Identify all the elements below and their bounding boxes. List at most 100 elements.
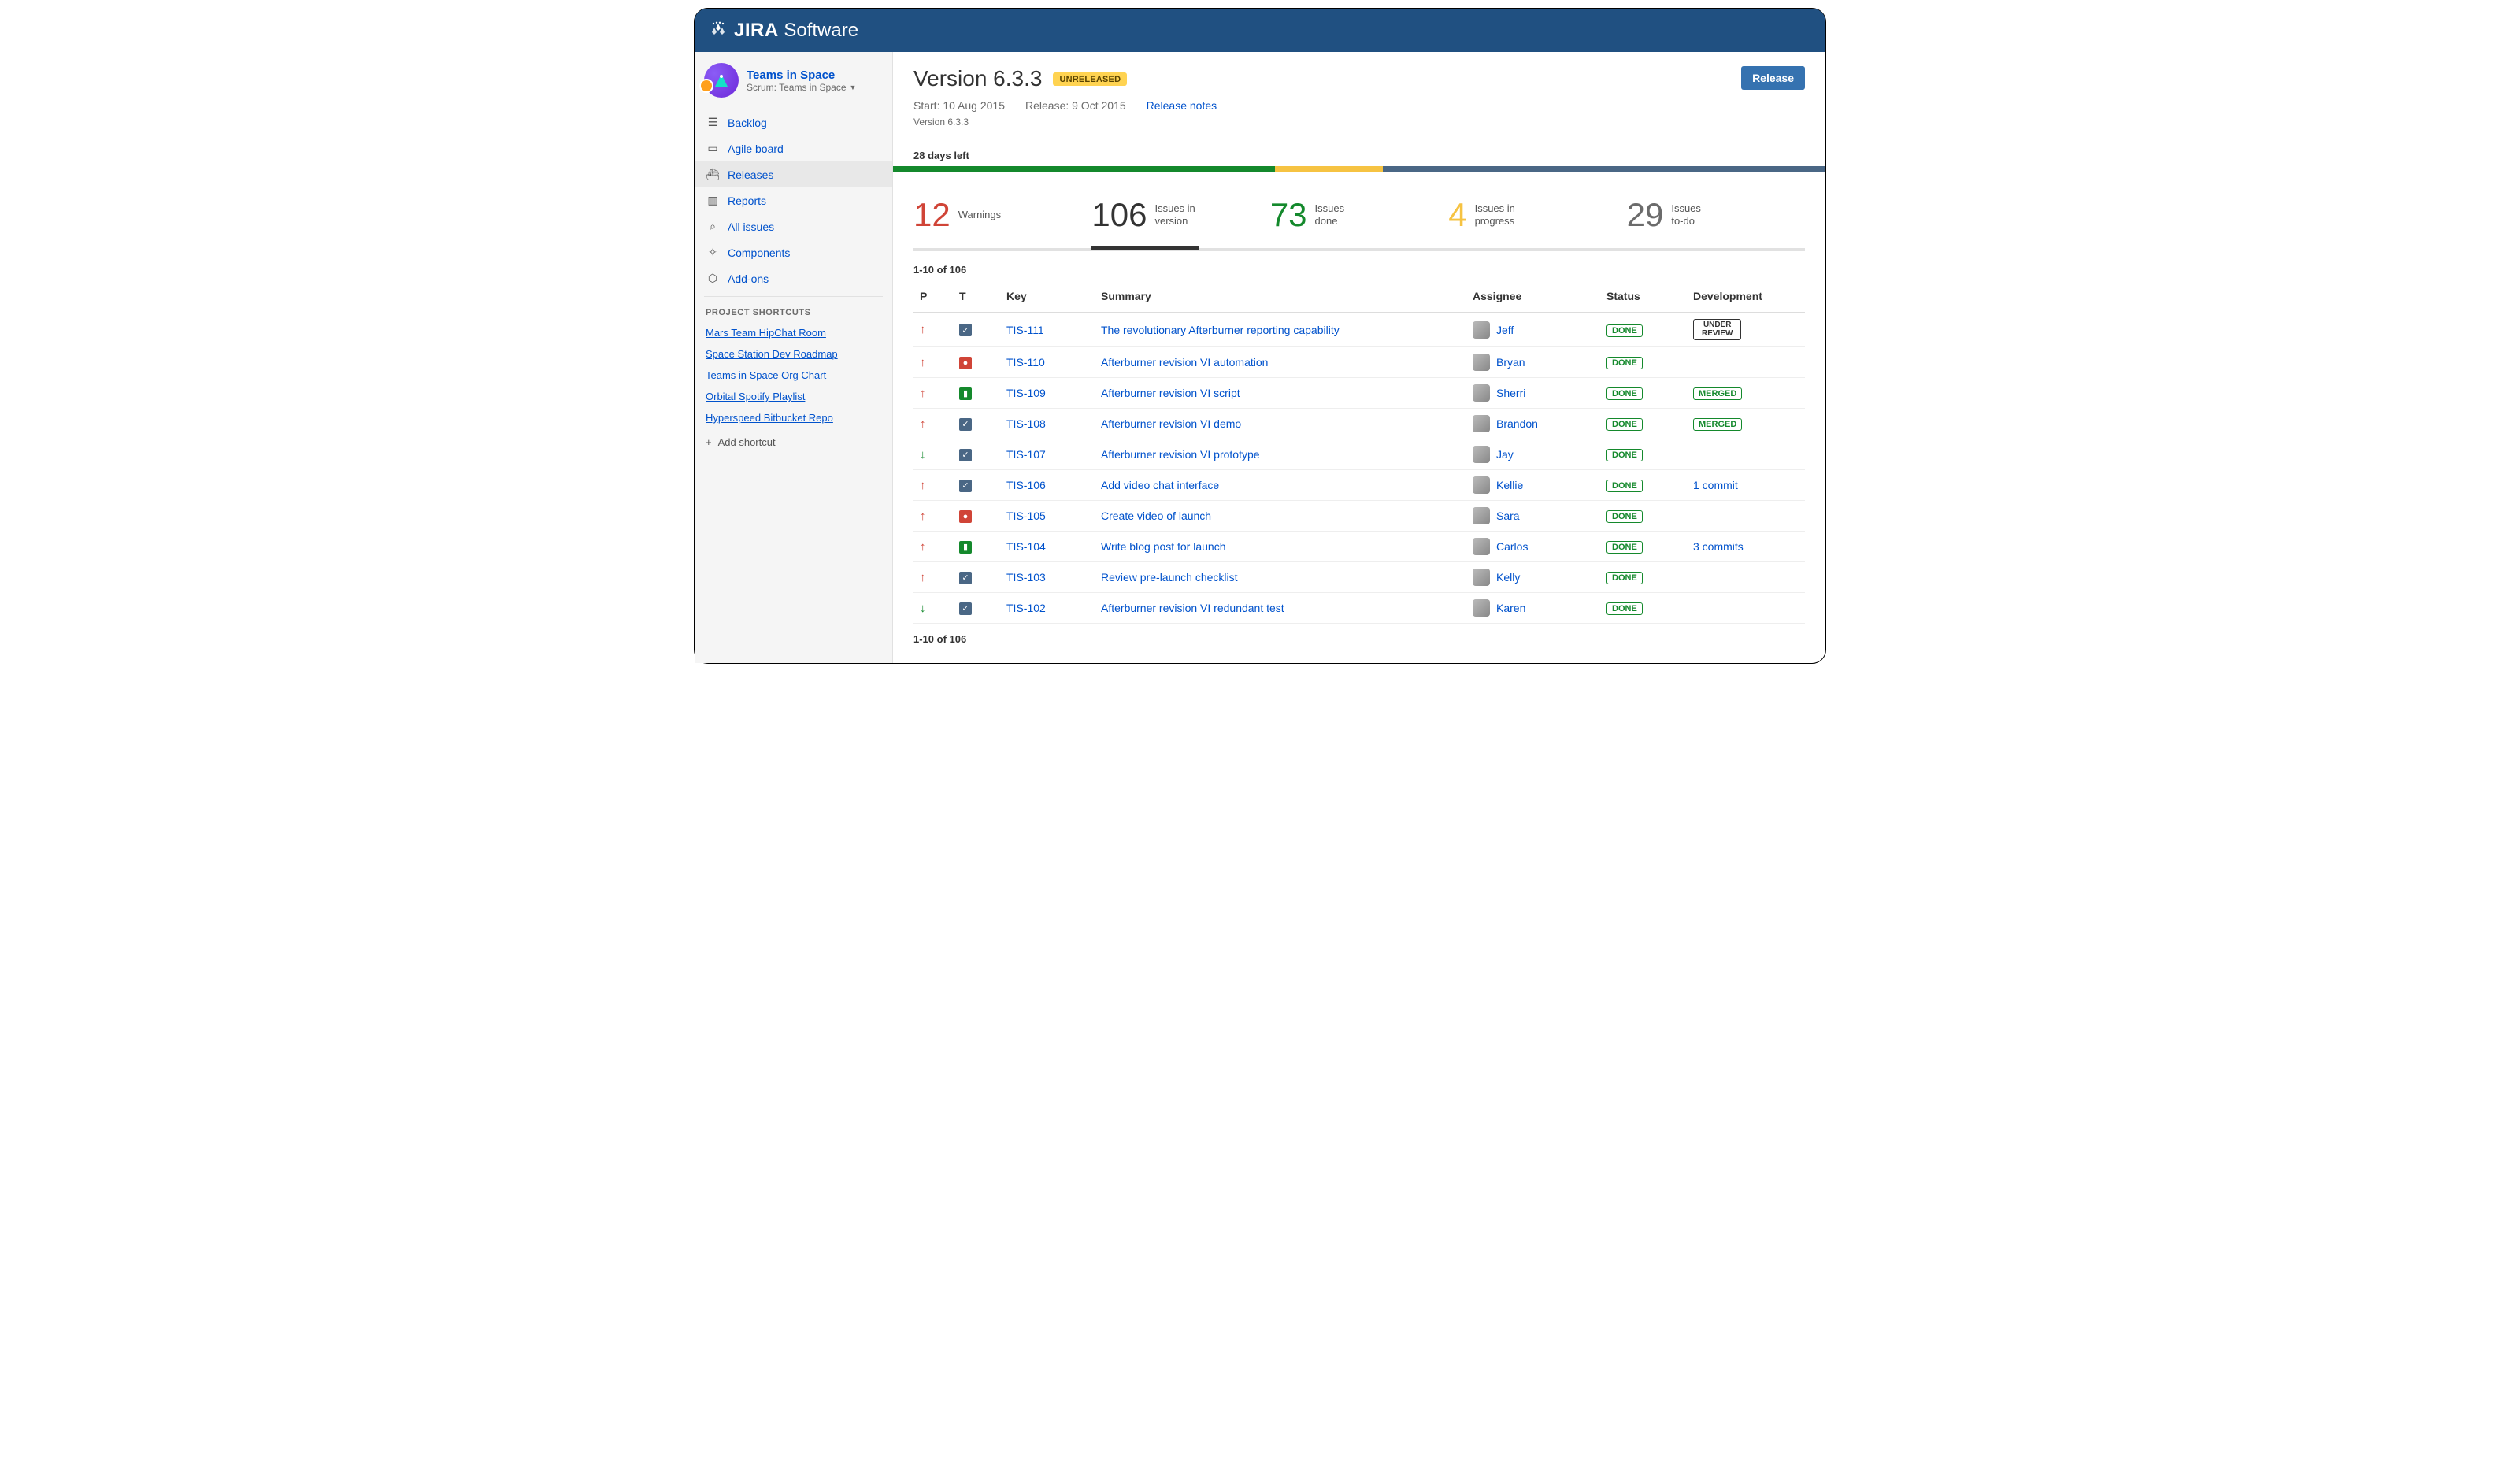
progress-done-segment bbox=[893, 166, 1275, 172]
assignee-cell[interactable]: Carlos bbox=[1473, 538, 1594, 555]
assignee-link[interactable]: Brandon bbox=[1496, 417, 1538, 430]
issue-key-link[interactable]: TIS-109 bbox=[1006, 387, 1046, 399]
shortcut-link[interactable]: Hyperspeed Bitbucket Repo bbox=[695, 407, 892, 428]
issue-summary-link[interactable]: Create video of launch bbox=[1101, 510, 1211, 522]
issue-summary-link[interactable]: Afterburner revision VI script bbox=[1101, 387, 1240, 399]
sidebar: Teams in Space Scrum: Teams in Space▼ ☰B… bbox=[695, 52, 893, 663]
stat-tab[interactable]: 4 Issues inprogress bbox=[1448, 193, 1626, 248]
status-badge-unreleased: UNRELEASED bbox=[1053, 72, 1127, 86]
issue-key-link[interactable]: TIS-102 bbox=[1006, 602, 1046, 614]
sidebar-item-agile-board[interactable]: ▭Agile board bbox=[695, 135, 892, 161]
col-type[interactable]: T bbox=[953, 282, 1000, 313]
stat-number: 4 bbox=[1448, 196, 1466, 234]
issue-summary-link[interactable]: Afterburner revision VI automation bbox=[1101, 356, 1268, 369]
stat-tab[interactable]: 12Warnings bbox=[914, 193, 1091, 248]
col-key[interactable]: Key bbox=[1000, 282, 1095, 313]
issue-key-link[interactable]: TIS-107 bbox=[1006, 448, 1046, 461]
dev-commits-link[interactable]: 3 commits bbox=[1693, 540, 1744, 553]
issue-key-link[interactable]: TIS-108 bbox=[1006, 417, 1046, 430]
issue-summary-link[interactable]: Afterburner revision VI demo bbox=[1101, 417, 1241, 430]
assignee-cell[interactable]: Brandon bbox=[1473, 415, 1594, 432]
col-priority[interactable]: P bbox=[914, 282, 953, 313]
assignee-link[interactable]: Bryan bbox=[1496, 356, 1525, 369]
assignee-link[interactable]: Kelly bbox=[1496, 571, 1520, 584]
priority-icon: ↑ bbox=[920, 417, 926, 431]
add-shortcut[interactable]: + Add shortcut bbox=[695, 428, 892, 456]
assignee-link[interactable]: Sara bbox=[1496, 510, 1520, 522]
add-ons-icon: ⬡ bbox=[706, 272, 720, 285]
issue-key-link[interactable]: TIS-103 bbox=[1006, 571, 1046, 584]
stat-tab[interactable]: 29Issuesto-do bbox=[1627, 193, 1805, 248]
issue-summary-link[interactable]: Add video chat interface bbox=[1101, 479, 1219, 491]
avatar bbox=[1473, 476, 1490, 494]
sidebar-item-reports[interactable]: ▥Reports bbox=[695, 187, 892, 213]
dev-under-review-badge[interactable]: UNDERREVIEW bbox=[1693, 319, 1741, 340]
assignee-link[interactable]: Sherri bbox=[1496, 387, 1525, 399]
release-stats: 12Warnings106Issues inversion73Issuesdon… bbox=[914, 193, 1805, 248]
table-row: ↑ ● TIS-110 Afterburner revision VI auto… bbox=[914, 347, 1805, 378]
issue-summary-link[interactable]: Review pre-launch checklist bbox=[1101, 571, 1238, 584]
col-assignee[interactable]: Assignee bbox=[1466, 282, 1600, 313]
shortcut-link[interactable]: Mars Team HipChat Room bbox=[695, 322, 892, 343]
table-row: ↑ ✓ TIS-111 The revolutionary Afterburne… bbox=[914, 313, 1805, 347]
release-button[interactable]: Release bbox=[1741, 66, 1805, 90]
avatar bbox=[1473, 569, 1490, 586]
issue-summary-link[interactable]: Write blog post for launch bbox=[1101, 540, 1226, 553]
col-development[interactable]: Development bbox=[1687, 282, 1805, 313]
sidebar-item-add-ons[interactable]: ⬡Add-ons bbox=[695, 265, 892, 291]
sidebar-item-all-issues[interactable]: ⌕All issues bbox=[695, 213, 892, 239]
dev-merged-badge[interactable]: MERGED bbox=[1693, 387, 1742, 400]
project-avatar-icon bbox=[704, 63, 739, 98]
assignee-link[interactable]: Jay bbox=[1496, 448, 1514, 461]
assignee-link[interactable]: Kellie bbox=[1496, 479, 1523, 491]
assignee-cell[interactable]: Kellie bbox=[1473, 476, 1594, 494]
assignee-link[interactable]: Carlos bbox=[1496, 540, 1528, 553]
assignee-cell[interactable]: Kelly bbox=[1473, 569, 1594, 586]
assignee-cell[interactable]: Jeff bbox=[1473, 321, 1594, 339]
assignee-cell[interactable]: Karen bbox=[1473, 599, 1594, 617]
shortcut-link[interactable]: Space Station Dev Roadmap bbox=[695, 343, 892, 365]
shortcut-link[interactable]: Teams in Space Org Chart bbox=[695, 365, 892, 386]
issue-summary-link[interactable]: Afterburner revision VI prototype bbox=[1101, 448, 1260, 461]
dev-commits-link[interactable]: 1 commit bbox=[1693, 479, 1738, 491]
dev-merged-badge[interactable]: MERGED bbox=[1693, 418, 1742, 431]
sidebar-item-releases[interactable]: ⛴Releases bbox=[695, 161, 892, 187]
project-switcher[interactable]: Teams in Space Scrum: Teams in Space▼ bbox=[695, 52, 892, 109]
stat-number: 12 bbox=[914, 196, 951, 234]
issue-summary-link[interactable]: Afterburner revision VI redundant test bbox=[1101, 602, 1284, 614]
sidebar-item-components[interactable]: ✧Components bbox=[695, 239, 892, 265]
issue-summary-link[interactable]: The revolutionary Afterburner reporting … bbox=[1101, 324, 1340, 336]
progress-inprogress-segment bbox=[1275, 166, 1382, 172]
issue-key-link[interactable]: TIS-105 bbox=[1006, 510, 1046, 522]
issue-key-link[interactable]: TIS-106 bbox=[1006, 479, 1046, 491]
assignee-link[interactable]: Karen bbox=[1496, 602, 1525, 614]
status-badge: DONE bbox=[1606, 387, 1643, 400]
assignee-cell[interactable]: Sara bbox=[1473, 507, 1594, 524]
stat-tab[interactable]: 73Issuesdone bbox=[1270, 193, 1448, 248]
assignee-cell[interactable]: Sherri bbox=[1473, 384, 1594, 402]
issuetype-icon: ▮ bbox=[959, 387, 972, 400]
days-left: 28 days left bbox=[914, 150, 1805, 161]
priority-icon: ↑ bbox=[920, 356, 926, 369]
table-row: ↑ ✓ TIS-108 Afterburner revision VI demo… bbox=[914, 409, 1805, 439]
shortcut-link[interactable]: Orbital Spotify Playlist bbox=[695, 386, 892, 407]
assignee-link[interactable]: Jeff bbox=[1496, 324, 1514, 336]
col-summary[interactable]: Summary bbox=[1095, 282, 1466, 313]
app-logo-text: JIRA Software bbox=[734, 20, 858, 42]
issuetype-icon: ✓ bbox=[959, 418, 972, 431]
avatar bbox=[1473, 384, 1490, 402]
issue-key-link[interactable]: TIS-104 bbox=[1006, 540, 1046, 553]
issue-key-link[interactable]: TIS-110 bbox=[1006, 356, 1045, 369]
assignee-cell[interactable]: Bryan bbox=[1473, 354, 1594, 371]
col-status[interactable]: Status bbox=[1600, 282, 1687, 313]
avatar bbox=[1473, 507, 1490, 524]
status-badge: DONE bbox=[1606, 449, 1643, 461]
priority-icon: ↑ bbox=[920, 571, 926, 584]
app-logo[interactable]: JIRA Software bbox=[709, 20, 858, 42]
assignee-cell[interactable]: Jay bbox=[1473, 446, 1594, 463]
stat-label: Issues inprogress bbox=[1475, 202, 1515, 227]
sidebar-item-backlog[interactable]: ☰Backlog bbox=[695, 109, 892, 135]
release-notes-link[interactable]: Release notes bbox=[1147, 99, 1217, 112]
stat-tab[interactable]: 106Issues inversion bbox=[1091, 193, 1269, 248]
issue-key-link[interactable]: TIS-111 bbox=[1006, 324, 1044, 336]
